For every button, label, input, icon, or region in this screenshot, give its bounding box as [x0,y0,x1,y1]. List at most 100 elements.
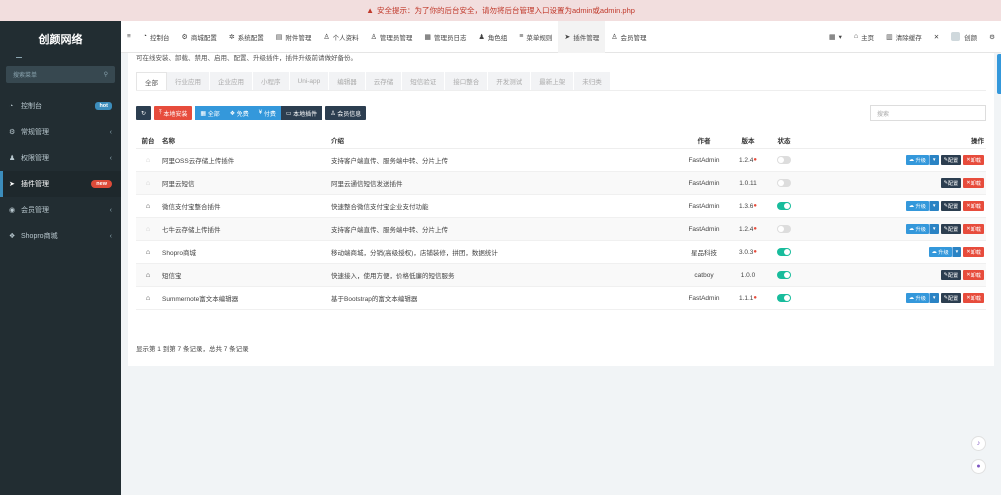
uninstall-button[interactable]: ✕ 卸载 [963,201,984,211]
topnav-tab-rule[interactable]: ≡ 菜单规则 [513,21,558,53]
control-sidebar-button[interactable]: ⚙ [983,21,1001,53]
tab-uniapp[interactable]: Uni-app [289,72,330,90]
home-icon[interactable]: ⌂ [146,295,150,302]
tab-newest[interactable]: 最新上架 [531,72,575,90]
sidebar-item-addons[interactable]: ➤ 插件管理 new [0,171,121,197]
more-tabs-dropdown[interactable]: ▦ ▾ [823,21,848,53]
chat-float-button[interactable]: ● [971,459,986,474]
sidebar-item-shopro[interactable]: ❖ Shopro商城 ‹ [0,223,121,249]
tab-api[interactable]: 接口整合 [445,72,489,90]
sidebar-search-input[interactable]: 搜索菜单 ⚲ [6,66,115,83]
topnav-tab-profile[interactable]: ♙ 个人资料 [317,21,364,53]
tab-industry[interactable]: 行业应用 [167,72,210,90]
addon-name[interactable]: 七牛云存储上传插件 [160,224,331,234]
tab-storage[interactable]: 云存储 [365,72,403,90]
config-button[interactable]: ✎ 配置 [940,224,962,234]
sidebar-item-members[interactable]: ◉ 会员管理 ‹ [0,197,121,223]
config-button[interactable]: ✎ 配置 [940,155,962,165]
filter-paid-button[interactable]: ¥ 付费 [253,106,281,120]
tab-uncategorized[interactable]: 未归类 [574,72,611,90]
addon-author[interactable]: FastAdmin [679,295,729,302]
home-link[interactable]: ⌂ 主页 [848,21,880,53]
topnav-tab-adminlog[interactable]: ▦ 管理员日志 [418,21,472,53]
tab-enterprise[interactable]: 企业应用 [210,72,253,90]
addon-author[interactable]: catboy [679,272,729,279]
header-frontend[interactable]: 前台 [136,135,160,145]
upgrade-dropdown-toggle[interactable]: ▾ [928,224,939,234]
topnav-tab-user[interactable]: ♙ 会员管理 [605,21,652,53]
local-install-button[interactable]: ⤒ 本地安装 [154,106,193,120]
header-state[interactable]: 状态 [767,135,801,145]
sidebar-item-dashboard[interactable]: ◔ 控制台 hot [0,93,121,119]
config-button[interactable]: ✎ 配置 [940,178,962,188]
enable-toggle[interactable] [777,202,791,210]
uninstall-button[interactable]: ✕ 卸载 [963,178,984,188]
upgrade-dropdown-toggle[interactable]: ▾ [951,247,962,257]
topnav-tab-attachment[interactable]: ▤ 附件管理 [270,21,318,53]
upgrade-button[interactable]: ☁ 升级 [905,155,929,165]
user-menu[interactable]: 创颜 [945,21,983,53]
tab-devtest[interactable]: 开发测试 [488,72,532,90]
tab-miniprogram[interactable]: 小程序 [253,72,290,90]
addon-author[interactable]: 星品科技 [679,247,729,257]
sidebar-item-auth[interactable]: ♟ 权限管理 ‹ [0,145,121,171]
refresh-button[interactable]: ↻ [136,106,152,120]
tab-sms[interactable]: 短信验证 [402,72,446,90]
addon-name[interactable]: 阿里OSS云存储上传插件 [160,155,331,165]
sidebar-item-general[interactable]: ⚙ 常规管理 ‹ [0,119,121,145]
member-info-button[interactable]: ♙ 会员信息 [325,106,367,120]
config-button[interactable]: ✎ 配置 [940,293,962,303]
uninstall-button[interactable]: ✕ 卸载 [963,270,984,280]
filter-free-button[interactable]: ❖ 免费 [224,106,254,120]
upgrade-button[interactable]: ☁ 升级 [905,293,929,303]
uninstall-button[interactable]: ✕ 卸载 [963,155,984,165]
addon-author[interactable]: FastAdmin [679,203,729,210]
topnav-tab-addon[interactable]: ➤ 插件管理 [558,20,606,53]
topnav-tab-group[interactable]: ♟ 角色组 [473,21,514,53]
upgrade-dropdown-toggle[interactable]: ▾ [928,201,939,211]
addon-author[interactable]: FastAdmin [679,226,729,233]
fullscreen-button[interactable]: ✕ [928,21,945,53]
upgrade-button[interactable]: ☁ 升级 [905,224,929,234]
uninstall-button[interactable]: ✕ 卸载 [963,247,984,257]
addon-author[interactable]: FastAdmin [679,180,729,187]
right-edge-tab[interactable] [997,54,1001,94]
header-author[interactable]: 作者 [679,135,729,145]
enable-toggle[interactable] [777,225,791,233]
upgrade-button[interactable]: ☁ 升级 [905,201,929,211]
addon-name[interactable]: 短信宝 [160,270,331,280]
tab-all[interactable]: 全部 [136,72,167,90]
addon-name[interactable]: Summernote富文本编辑器 [160,293,331,303]
uninstall-button[interactable]: ✕ 卸载 [963,224,984,234]
header-intro[interactable]: 介绍 [331,135,679,145]
config-button[interactable]: ✎ 配置 [940,270,962,280]
sidebar-toggle-button[interactable]: ≡ [121,21,137,53]
enable-toggle[interactable] [777,248,791,256]
addon-author[interactable]: FastAdmin [679,157,729,164]
upgrade-button[interactable]: ☁ 升级 [928,247,952,257]
filter-all-button[interactable]: ▦ 全部 [195,106,225,120]
config-button[interactable]: ✎ 配置 [940,201,962,211]
header-name[interactable]: 名称 [160,135,331,145]
notification-float-button[interactable]: ♪ [971,436,986,451]
table-search-input[interactable]: 搜索 [870,105,986,121]
upgrade-dropdown-toggle[interactable]: ▾ [928,293,939,303]
enable-toggle[interactable] [777,156,791,164]
home-icon[interactable]: ⌂ [146,272,150,279]
topnav-tab-admin[interactable]: ♙ 管理员管理 [365,21,419,53]
filter-local-button[interactable]: ▭ 本地插件 [280,106,323,120]
enable-toggle[interactable] [777,271,791,279]
home-icon[interactable]: ⌂ [146,249,150,256]
addon-name[interactable]: 阿里云短信 [160,178,331,188]
addon-name[interactable]: 微信支付宝整合插件 [160,201,331,211]
enable-toggle[interactable] [777,179,791,187]
enable-toggle[interactable] [777,294,791,302]
tab-editor[interactable]: 编辑器 [329,72,366,90]
brand-logo[interactable]: 创颜网络 [0,21,121,57]
topnav-tab-dashboard[interactable]: ◔ 控制台 [137,21,176,53]
topnav-tab-system-config[interactable]: ✲ 系统配置 [223,21,270,53]
upgrade-dropdown-toggle[interactable]: ▾ [928,155,939,165]
addon-name[interactable]: Shopro商城 [160,247,331,257]
clear-cache-button[interactable]: ▥ 清除缓存 [880,21,928,53]
topnav-tab-shop-config[interactable]: ⚙ 商城配置 [176,21,223,53]
